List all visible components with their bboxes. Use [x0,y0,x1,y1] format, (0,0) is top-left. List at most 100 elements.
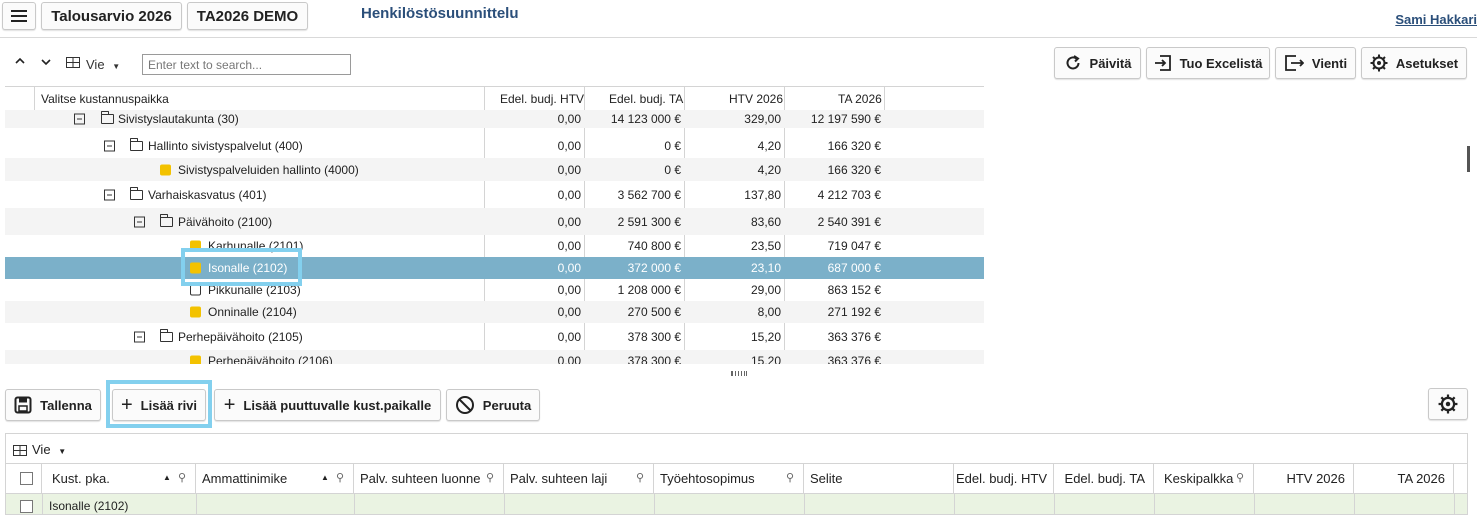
row-ta: 2 540 391 € [817,214,881,229]
row-prev-ta: 0 € [664,162,681,177]
row-prev-htv: 0,00 [557,162,581,177]
row-name: Hallinto sivistyspalvelut (400) [148,138,303,153]
row-prev-ta: 2 591 300 € [617,214,681,229]
grid-settings-button[interactable] [1428,388,1468,420]
header-cost-center[interactable]: Kust. pka. ▲ ⚲ [42,464,196,494]
add-row-label: Lisää rivi [140,397,198,413]
refresh-button[interactable]: Päivitä [1054,47,1141,79]
filter-icon[interactable]: ⚲ [486,471,494,484]
header-htv-2026[interactable]: HTV 2026 [729,92,783,106]
header-job-title[interactable]: Ammattinimike ▲ ⚲ [196,464,354,494]
header-ta-2026[interactable]: TA 2026 [1354,464,1454,494]
header-label: Työehtosopimus [660,471,755,486]
excel-icon[interactable] [13,443,27,461]
row-ta: 363 376 € [827,329,881,344]
collapse-icon[interactable] [104,140,115,151]
header-ta-2026[interactable]: TA 2026 [838,92,882,106]
tree-row[interactable]: Pikkunalle (2103) 0,00 1 208 000 € 29,00… [5,279,984,301]
select-all-checkbox[interactable] [20,472,33,485]
scrollbar-thumb[interactable] [1467,146,1470,172]
header-employment-nature[interactable]: Palv. suhteen luonne ⚲ [354,464,504,494]
excel-icon[interactable] [66,57,80,71]
tree-grid-header: Valitse kustannuspaikka Edel. budj. HTV … [5,86,984,111]
header-prev-ta[interactable]: Edel. budj. TA [1054,464,1154,494]
header-agreement[interactable]: Työehtosopimus ⚲ [654,464,804,494]
header-cost-center[interactable]: Valitse kustannuspaikka [41,92,169,106]
folder-icon [101,111,114,124]
header-htv-2026[interactable]: HTV 2026 [1254,464,1354,494]
header-label: Palv. suhteen laji [510,471,608,486]
collapse-icon[interactable] [134,331,145,342]
header-label: Selite [810,471,843,486]
header-avg-salary[interactable]: Keskipalkka ⚲ [1154,464,1254,494]
tree-row[interactable]: Sivistyslautakunta (30) 0,00 14 123 000 … [5,110,984,128]
chevron-down-icon[interactable] [41,56,51,70]
header-description[interactable]: Selite [804,464,954,494]
header-prev-htv[interactable]: Edel. budj. HTV [954,464,1054,494]
filter-icon[interactable]: ⚲ [336,471,344,484]
header-prev-htv[interactable]: Edel. budj. HTV [500,92,584,106]
demo-button[interactable]: TA2026 DEMO [187,2,308,30]
tree-row[interactable]: Päivähoito (2100) 0,00 2 591 300 € 83,60… [5,208,984,235]
tree-row[interactable]: Perhepäivähoito (2105) 0,00 378 300 € 15… [5,323,984,350]
row-htv: 4,20 [757,138,781,153]
tree-row[interactable]: Varhaiskasvatus (401) 0,00 3 562 700 € 1… [5,181,984,208]
row-prev-ta: 3 562 700 € [617,187,681,202]
page-title: Henkilöstösuunnittelu [361,5,519,22]
chevron-up-icon[interactable] [15,55,25,69]
row-ta: 12 197 590 € [810,112,881,126]
user-link[interactable]: Sami Hakkari [1395,12,1477,27]
tree-row[interactable]: Hallinto sivistyspalvelut (400) 0,00 0 €… [5,133,984,158]
filter-icon[interactable]: ⚲ [636,471,644,484]
cancel-button[interactable]: Peruuta [446,389,540,421]
tree-row-selected[interactable]: Isonalle (2102) 0,00 372 000 € 23,10 687… [5,257,984,279]
cost-center-icon [190,284,201,296]
header-select-all[interactable] [6,464,42,494]
splitter-handle[interactable] [731,371,747,376]
tree-row[interactable]: Sivistyspalveluiden hallinto (4000) 0,00… [5,158,984,181]
refresh-icon [1066,55,1080,70]
export-button-label: Vienti [1311,55,1348,71]
header-label: Keskipalkka [1164,471,1234,486]
row-htv: 83,60 [750,214,781,229]
export-dropdown[interactable]: Vie ▼ [86,57,120,72]
collapse-icon[interactable] [74,113,85,125]
header-prev-ta[interactable]: Edel. budj. TA [609,92,683,106]
add-row-button[interactable]: + Lisää rivi [112,389,206,421]
header-label: Edel. budj. HTV [955,471,1047,486]
row-prev-ta: 270 500 € [627,305,681,319]
add-missing-button[interactable]: + Lisää puuttuvalle kust.paikalle [214,389,441,421]
refresh-label: Päivitä [1089,55,1132,71]
tree-row[interactable]: Karhunalle (2101) 0,00 740 800 € 23,50 7… [5,235,984,257]
filter-icon[interactable]: ⚲ [1236,471,1244,484]
table-row[interactable]: Isonalle (2102) [6,494,1467,514]
budget-button[interactable]: Talousarvio 2026 [41,2,182,30]
import-excel-button[interactable]: Tuo Excelistä [1146,47,1270,79]
export-button[interactable]: Vienti [1275,47,1356,79]
sort-up-icon[interactable]: ▲ [321,473,329,482]
collapse-icon[interactable] [104,189,115,200]
sort-up-icon[interactable]: ▲ [163,473,171,482]
settings-button[interactable]: Asetukset [1361,47,1467,79]
caret-down-icon: ▼ [58,447,67,456]
collapse-icon[interactable] [134,216,145,227]
row-prev-ta: 378 300 € [627,354,681,364]
export-dropdown[interactable]: Vie ▼ [32,442,66,457]
row-checkbox[interactable] [20,500,33,513]
row-prev-htv: 0,00 [557,354,581,364]
filter-icon[interactable]: ⚲ [786,471,794,484]
menu-button[interactable] [2,2,36,30]
tree-row[interactable]: Onninalle (2104) 0,00 270 500 € 8,00 271… [5,301,984,323]
header-employment-type[interactable]: Palv. suhteen laji ⚲ [504,464,654,494]
tree-row[interactable]: Perhepäivähoito (2106) 0,00 378 300 € 15… [5,350,984,364]
filter-icon[interactable]: ⚲ [178,471,186,484]
search-input[interactable] [142,54,351,75]
gear-icon [1438,394,1458,414]
folder-icon [130,186,143,200]
row-prev-htv: 0,00 [557,112,581,126]
save-button[interactable]: Tallenna [5,389,101,421]
row-prev-htv: 0,00 [557,329,581,344]
cost-center-tree-grid: Valitse kustannuspaikka Edel. budj. HTV … [5,86,984,364]
row-name: Päivähoito (2100) [178,214,273,229]
row-ta: 271 192 € [827,305,881,319]
